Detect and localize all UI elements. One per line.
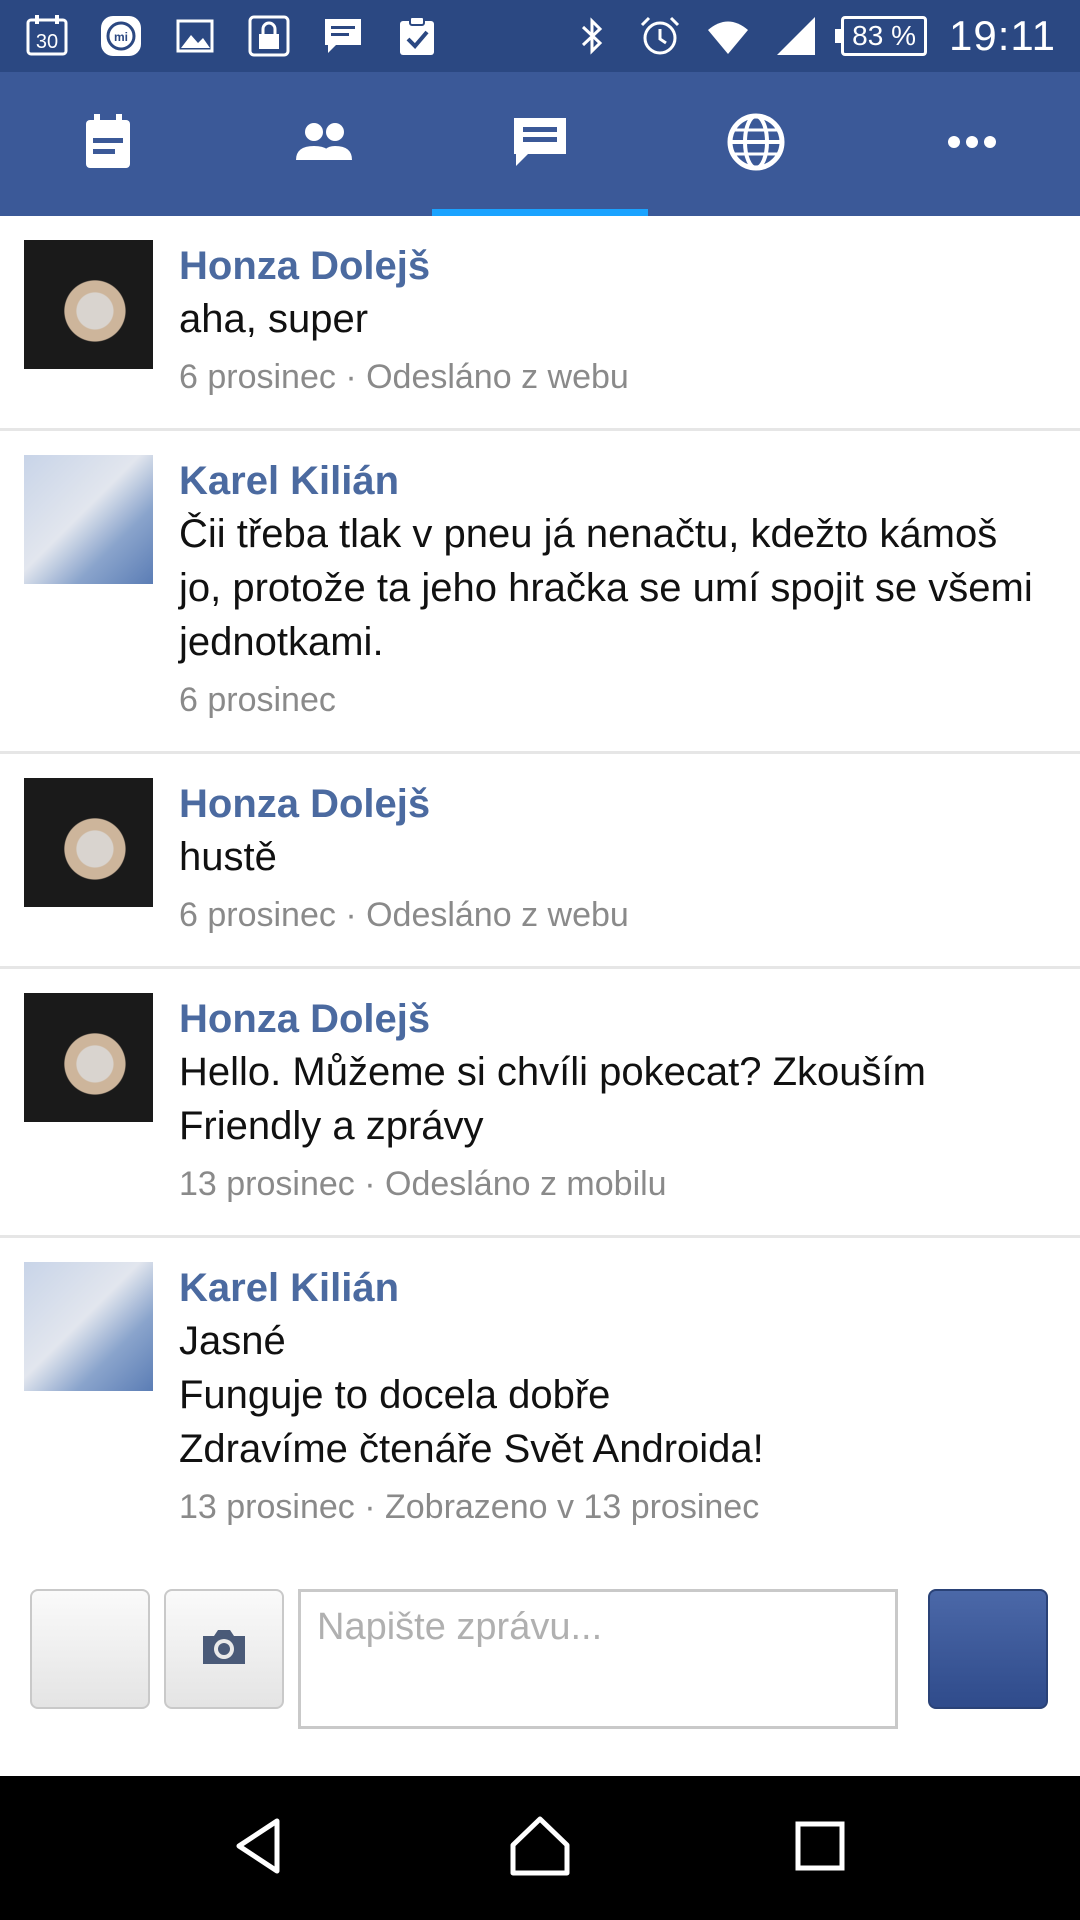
- message-thread: Honza Dolejš aha, super 6 prosinec · Ode…: [0, 216, 1080, 1558]
- message-item: Karel Kilián Jasné Funguje to docela dob…: [0, 1238, 1080, 1558]
- wifi-icon: [705, 13, 751, 59]
- android-nav-bar: [0, 1776, 1080, 1920]
- tab-feed[interactable]: [0, 72, 216, 216]
- message-meta: 6 prosinec: [179, 681, 336, 719]
- camera-button[interactable]: [164, 1589, 284, 1709]
- home-button[interactable]: [500, 1808, 580, 1888]
- friends-icon: [292, 110, 356, 179]
- message-input[interactable]: [298, 1589, 898, 1729]
- message-item: Honza Dolejš Hello. Můžeme si chvíli pok…: [0, 969, 1080, 1238]
- battery-indicator: 83 %: [835, 16, 927, 56]
- message-item: Honza Dolejš aha, super 6 prosinec · Ode…: [0, 216, 1080, 431]
- tab-messages[interactable]: [432, 72, 648, 216]
- bluetooth-icon: [569, 13, 615, 59]
- svg-text:30: 30: [36, 31, 58, 53]
- message-icon: [320, 13, 366, 59]
- message-meta: 13 prosinec · Zobrazeno v 13 prosinec: [179, 1488, 760, 1526]
- svg-text:mi: mi: [114, 30, 128, 44]
- home-icon: [505, 1811, 575, 1886]
- tab-more[interactable]: [864, 72, 1080, 216]
- message-text-line: Funguje to docela dobře: [179, 1373, 611, 1417]
- avatar[interactable]: [24, 240, 153, 369]
- message-text: aha, super: [179, 297, 369, 341]
- signal-icon: [773, 13, 819, 59]
- image-icon: [172, 13, 218, 59]
- status-bar: 30 mi 83 % 19:11: [0, 0, 1080, 72]
- recents-button[interactable]: [780, 1808, 860, 1888]
- top-nav: [0, 72, 1080, 216]
- message-item: Honza Dolejš hustě 6 prosinec · Odesláno…: [0, 754, 1080, 969]
- message-composer: [0, 1575, 1080, 1775]
- clipboard-check-icon: [394, 13, 440, 59]
- message-author[interactable]: Honza Dolejš: [179, 993, 1040, 1045]
- avatar[interactable]: [24, 778, 153, 907]
- battery-percent: 83 %: [852, 20, 916, 51]
- feed-icon: [76, 110, 140, 179]
- avatar[interactable]: [24, 993, 153, 1122]
- message-meta: 6 prosinec · Odesláno z webu: [179, 358, 629, 396]
- message-text: Hello. Můžeme si chvíli pokecat? Zkouším…: [179, 1050, 926, 1148]
- message-meta: 13 prosinec · Odesláno z mobilu: [179, 1165, 667, 1203]
- tab-friends[interactable]: [216, 72, 432, 216]
- message-author[interactable]: Karel Kilián: [179, 455, 1040, 507]
- message-text-line: Jasné: [179, 1319, 286, 1363]
- message-text: hustě: [179, 835, 277, 879]
- back-button[interactable]: [220, 1808, 300, 1888]
- recents-icon: [785, 1811, 855, 1886]
- messages-icon: [508, 110, 572, 179]
- message-item: Karel Kilián Čii třeba tlak v pneu já ne…: [0, 431, 1080, 754]
- message-author[interactable]: Honza Dolejš: [179, 240, 1040, 292]
- camera-icon: [197, 1620, 251, 1679]
- lock-icon: [246, 13, 292, 59]
- tab-globe[interactable]: [648, 72, 864, 216]
- alarm-icon: [637, 13, 683, 59]
- message-author[interactable]: Karel Kilián: [179, 1262, 1040, 1314]
- avatar[interactable]: [24, 1262, 153, 1391]
- globe-icon: [724, 110, 788, 179]
- back-icon: [225, 1811, 295, 1886]
- calendar-30-icon: 30: [24, 13, 70, 59]
- message-author[interactable]: Honza Dolejš: [179, 778, 1040, 830]
- message-text-line: Zdravíme čtenáře Svět Androida!: [179, 1427, 764, 1471]
- more-icon: [940, 110, 1004, 179]
- avatar[interactable]: [24, 455, 153, 584]
- message-text: Čii třeba tlak v pneu já nenačtu, kdežto…: [179, 512, 1033, 664]
- mi-icon: mi: [98, 13, 144, 59]
- attach-button[interactable]: [30, 1589, 150, 1709]
- message-meta: 6 prosinec · Odesláno z webu: [179, 896, 629, 934]
- status-time: 19:11: [949, 12, 1056, 59]
- send-button[interactable]: [928, 1589, 1048, 1709]
